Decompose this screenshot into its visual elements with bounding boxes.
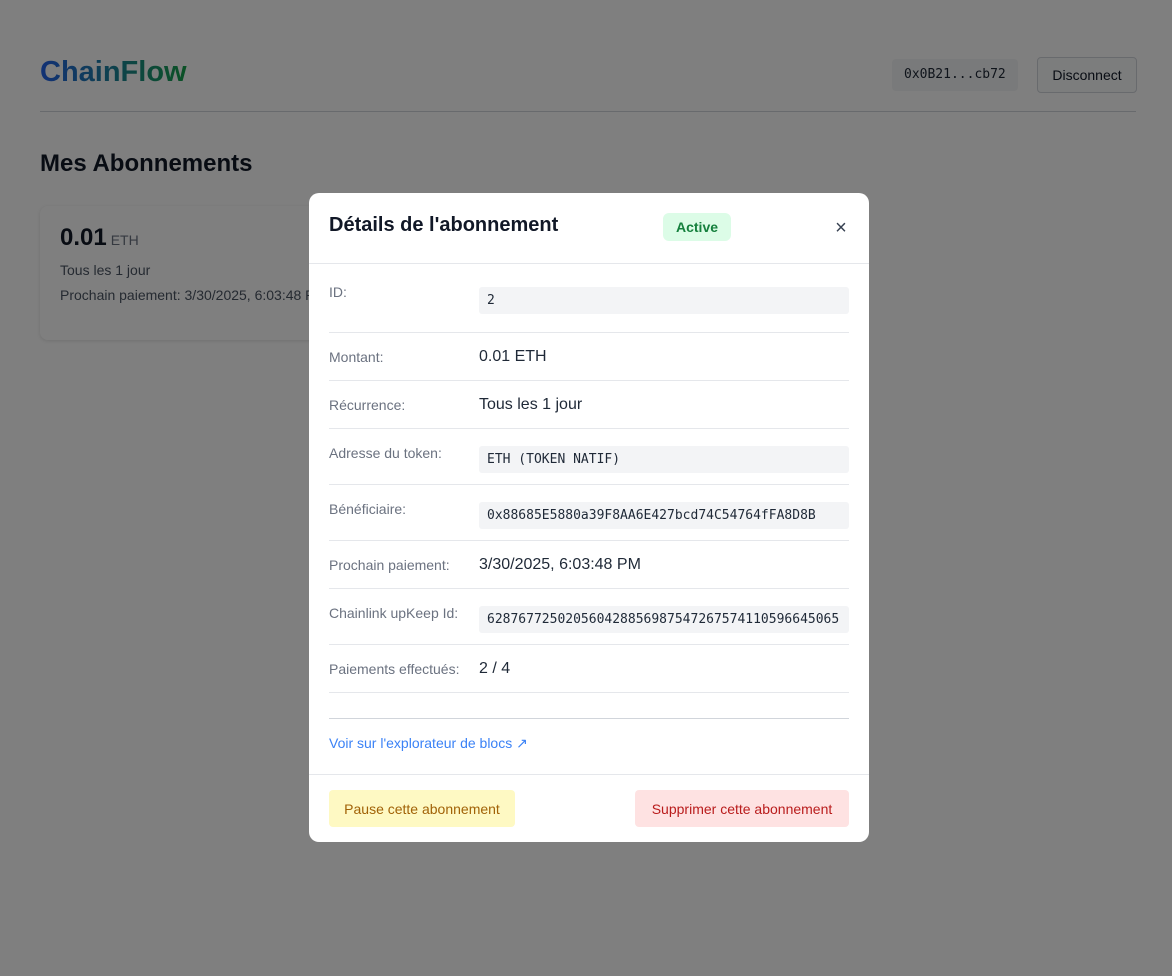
block-explorer-link[interactable]: Voir sur l'explorateur de blocs ↗ [329, 735, 528, 752]
detail-row-next-payment: Prochain paiement: 3/30/2025, 6:03:48 PM [329, 541, 849, 589]
detail-row-payments: Paiements effectués: 2 / 4 [329, 645, 849, 693]
detail-row-id: ID: 2 [329, 284, 849, 333]
status-badge: Active [663, 213, 732, 241]
close-icon[interactable]: × [831, 216, 851, 240]
detail-label: ID: [329, 284, 347, 300]
detail-row-amount: Montant: 0.01 ETH [329, 333, 849, 381]
detail-label: Bénéficiaire: [329, 501, 407, 517]
modal-title: Détails de l'abonnement [329, 214, 559, 236]
payments-count-value: 2 / 4 [479, 660, 511, 677]
delete-subscription-button[interactable]: Supprimer cette abonnement [635, 790, 849, 827]
detail-label: Chainlink upKeep Id: [329, 605, 459, 621]
token-address-value: ETH (TOKEN NATIF) [479, 446, 849, 473]
modal-footer: Pause cette abonnement Supprimer cette a… [309, 774, 869, 842]
details-list: ID: 2 Montant: 0.01 ETH Récurrence: Tous… [329, 284, 849, 693]
upkeep-id-value: 6287677250205604288569875472675741105966… [479, 606, 849, 633]
subscription-details-modal: Détails de l'abonnement Active × ID: 2 M… [309, 193, 869, 842]
subscription-id-value: 2 [479, 287, 849, 314]
detail-row-upkeep: Chainlink upKeep Id: 6287677250205604288… [329, 589, 849, 645]
detail-label: Adresse du token: [329, 445, 442, 461]
amount-value: 0.01 ETH [479, 348, 547, 365]
detail-row-recurrence: Récurrence: Tous les 1 jour [329, 381, 849, 429]
detail-label: Paiements effectués: [329, 661, 460, 677]
detail-label: Montant: [329, 349, 384, 365]
detail-label: Récurrence: [329, 397, 406, 413]
next-payment-value: 3/30/2025, 6:03:48 PM [479, 556, 641, 573]
detail-row-token: Adresse du token: ETH (TOKEN NATIF) [329, 429, 849, 485]
recurrence-value: Tous les 1 jour [479, 396, 583, 413]
detail-row-beneficiary: Bénéficiaire: 0x88685E5880a39F8AA6E427bc… [329, 485, 849, 541]
modal-header: Détails de l'abonnement Active × [309, 193, 869, 264]
divider [329, 718, 849, 719]
detail-label: Prochain paiement: [329, 557, 450, 573]
pause-subscription-button[interactable]: Pause cette abonnement [329, 790, 515, 827]
beneficiary-address-value: 0x88685E5880a39F8AA6E427bcd74C54764fFA8D… [479, 502, 849, 529]
